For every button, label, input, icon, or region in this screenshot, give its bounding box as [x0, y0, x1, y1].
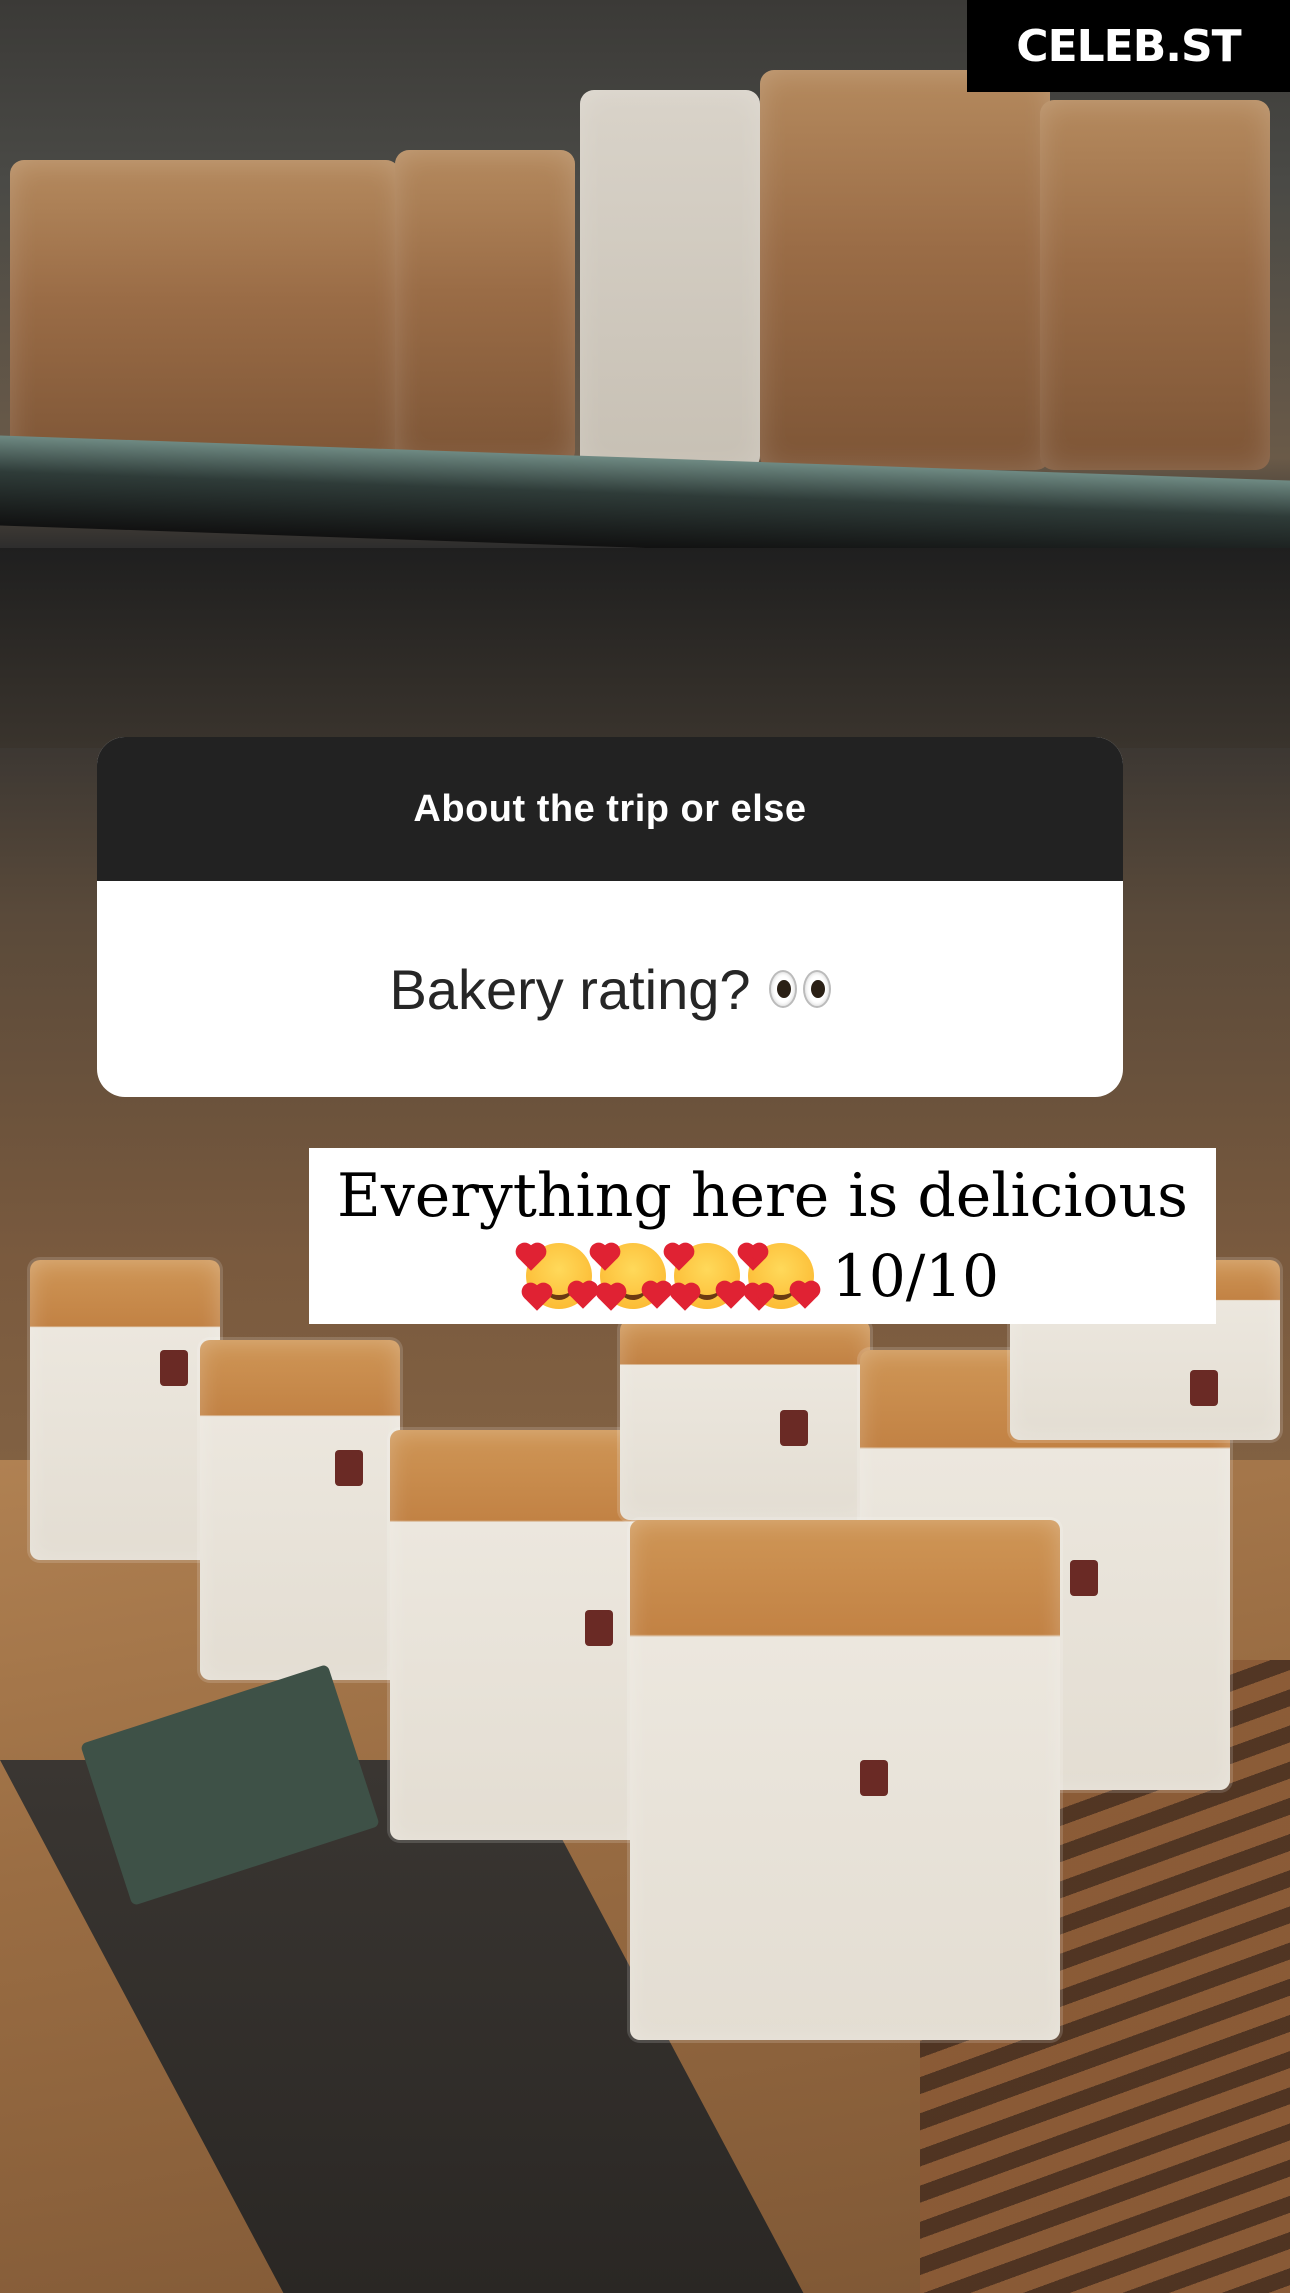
- loaf-badge: [780, 1410, 808, 1446]
- loaf-badge: [335, 1450, 363, 1486]
- bread-loaf: [200, 1340, 400, 1680]
- background-photo: [0, 0, 1290, 2293]
- loaf-badge: [1190, 1370, 1218, 1406]
- brand-watermark: CELEB.ST: [967, 0, 1290, 92]
- question-text: Bakery rating?: [389, 957, 751, 1021]
- eye-right: [802, 970, 831, 1008]
- answer-text: Everything here is delicious: [337, 1161, 1188, 1231]
- eyes-icon: [768, 970, 831, 1008]
- loaf-badge: [160, 1350, 188, 1386]
- bread-loaf: [580, 90, 760, 470]
- question-body: Bakery rating?: [97, 881, 1123, 1097]
- bread-loaf: [760, 70, 1050, 470]
- smiling-face-with-hearts-icon: [518, 1243, 596, 1311]
- smiling-face-with-hearts-icon: [592, 1243, 670, 1311]
- bread-loaf: [1040, 100, 1270, 470]
- bread-loaf: [630, 1520, 1060, 2040]
- rating-value: 10/10: [831, 1242, 1000, 1310]
- smiling-face-with-hearts-icon: [666, 1243, 744, 1311]
- bread-loaf: [30, 1260, 220, 1560]
- bread-loaf: [395, 150, 575, 465]
- eye-left: [768, 970, 797, 1008]
- bread-loaf: [390, 1430, 640, 1840]
- bread-loaf: [10, 160, 400, 470]
- loaf-badge: [860, 1760, 888, 1796]
- loaf-badge: [585, 1610, 613, 1646]
- answer-rating-line: 10/10: [518, 1236, 1000, 1316]
- question-sticker[interactable]: About the trip or else Bakery rating?: [97, 737, 1123, 1097]
- loaf-badge: [1070, 1560, 1098, 1596]
- answer-text-box: Everything here is delicious 10/10: [309, 1148, 1216, 1324]
- shelf-shadow: [0, 548, 1290, 748]
- question-prompt: About the trip or else: [97, 737, 1123, 881]
- smiling-face-with-hearts-icon: [740, 1243, 818, 1311]
- bread-loaf: [620, 1320, 870, 1520]
